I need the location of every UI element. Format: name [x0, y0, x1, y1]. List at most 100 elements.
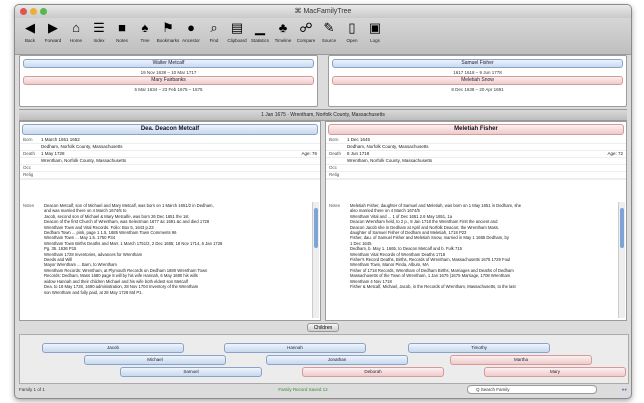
toolbar-forward-button[interactable]: ▶ Forward: [42, 20, 64, 43]
toolbar-label: Ancestor: [182, 38, 200, 43]
partner-panes: Dea. Deacon Metcalf Born 1 March 1651 165…: [19, 121, 627, 321]
app-window: ⌘ MacFamilyTree ◀ Back ▶ Forward ⌂ Home ☰ Index…: [14, 4, 632, 399]
window-title: ⌘ MacFamilyTree: [294, 8, 352, 15]
wife-religion-row[interactable]: Relig: [326, 172, 626, 179]
husband-religion-row[interactable]: Relig: [20, 172, 320, 179]
husband-pane: Dea. Deacon Metcalf Born 1 March 1651 165…: [19, 121, 321, 321]
wife-born-row: Born 1 Dec 1645: [326, 137, 626, 144]
wife-name-button[interactable]: Meletiah Fisher: [328, 124, 624, 135]
close-window-button[interactable]: [20, 8, 27, 15]
statistics-icon: ▁: [255, 20, 265, 35]
child-button[interactable]: Jacob: [42, 343, 184, 353]
wife-father-dates: 1617 1618 – 9 Jun 1778: [453, 70, 502, 75]
wife-death-place-row: Wrentham, Norfolk County, Massachusetts: [326, 158, 626, 165]
husband-mother-button[interactable]: Mary Fairbanks: [23, 76, 314, 85]
toolbar-logs-button[interactable]: ▣ Logs: [364, 20, 386, 43]
husband-blank-row[interactable]: [20, 179, 320, 180]
toolbar-ancestor-button[interactable]: ● Ancestor: [180, 20, 202, 43]
wife-mother-button[interactable]: Meletiah Snow: [332, 76, 623, 85]
forward-arrow-icon: ▶: [48, 20, 58, 35]
husband-death-row: Death 1 May 1728 Age: 76: [20, 151, 320, 158]
husband-notes[interactable]: Notes Deacon Metcalf, son of Michael and…: [20, 202, 320, 320]
husband-father-dates: 19 Nov 1638 – 10 Mar 1717: [140, 70, 197, 75]
tree-view-icon: ♠: [141, 20, 149, 35]
status-left: Family 1 of 1: [19, 387, 45, 392]
toolbar-label: Open: [346, 38, 358, 43]
husband-father-button[interactable]: Walter Metcalf: [23, 59, 314, 68]
wife-blank-row[interactable]: [326, 179, 626, 180]
zoom-window-button[interactable]: [40, 8, 47, 15]
wife-notes-scrollbar[interactable]: [618, 202, 625, 318]
husband-note-line: son Wrentham and fully paid, at 28 May 1…: [44, 289, 143, 295]
binoculars-icon: ☍: [299, 20, 313, 35]
husband-notes-label: Notes: [23, 203, 34, 208]
toolbar-compare-button[interactable]: ☍ Compare: [295, 20, 317, 43]
toolbar-label: Tree: [140, 38, 150, 43]
wife-death-field[interactable]: 8 Jun 1718: [347, 151, 603, 157]
toolbar-label: Find: [209, 38, 219, 43]
child-button[interactable]: Mary: [484, 367, 626, 377]
husband-age: Age: 76: [301, 151, 317, 156]
toolbar-clipboard-button[interactable]: ▤ Clipboard: [226, 20, 248, 43]
search-field[interactable]: Q Search Family: [467, 385, 597, 394]
toolbar-label: Forward: [44, 38, 62, 43]
toolbar-timeline-button[interactable]: ♣ Timeline: [272, 20, 294, 43]
toolbar-label: Compare: [296, 38, 316, 43]
toolbar-label: Statistics: [250, 38, 269, 43]
husband-notes-scrollbar[interactable]: [312, 202, 319, 318]
child-button[interactable]: Timothy: [408, 343, 550, 353]
wife-mother-dates: 8 Dec 1638 – 20 Apr 1691: [451, 87, 504, 92]
children-button[interactable]: Children: [306, 323, 340, 332]
child-button[interactable]: Hannah: [224, 343, 366, 353]
view-toggle-icon[interactable]: ●●: [597, 387, 627, 392]
status-center: Family Record Saved 12: [278, 387, 328, 392]
child-button[interactable]: Jonathan: [266, 355, 408, 365]
toolbar-label: Home: [69, 38, 82, 43]
find-icon: ⌕: [210, 20, 218, 35]
toolbar-open-button[interactable]: ▯ Open: [341, 20, 363, 43]
toolbar-notes-button[interactable]: ■ Notes: [111, 20, 133, 43]
scroll-thumb[interactable]: [314, 208, 318, 248]
clipboard-icon: ▤: [230, 20, 244, 35]
toolbar-label: Source: [321, 38, 337, 43]
toolbar-back-button[interactable]: ◀ Back: [19, 20, 41, 43]
husband-born-field[interactable]: 1 March 1651 1652: [41, 137, 317, 143]
toolbar-index-button[interactable]: ☰ Index: [88, 20, 110, 43]
toolbar-statistics-button[interactable]: ▁ Statistics: [249, 20, 271, 43]
back-arrow-icon: ◀: [25, 20, 35, 35]
parents-row: Walter Metcalf 19 Nov 1638 – 10 Mar 1717…: [19, 55, 627, 107]
children-panel: Jacob Hannah Timothy Michael Jonathan Martha S…: [19, 334, 629, 384]
child-button[interactable]: Martha: [450, 355, 592, 365]
husband-born-row: Born 1 March 1651 1652: [20, 137, 320, 144]
child-button[interactable]: Michael: [84, 355, 226, 365]
wife-father-button[interactable]: Samuel Fisher: [332, 59, 623, 68]
toolbar-label: Clipboard: [227, 38, 247, 43]
bookmark-icon: ⚑: [162, 20, 174, 35]
notes-book-icon: ■: [118, 20, 126, 35]
child-button[interactable]: Deborah: [302, 367, 444, 377]
toolbar-find-button[interactable]: ⌕ Find: [203, 20, 225, 43]
husband-death-field[interactable]: 1 May 1728: [41, 151, 297, 157]
child-button[interactable]: Samuel: [120, 367, 262, 377]
wife-occupation-row[interactable]: Occ: [326, 165, 626, 172]
wife-notes[interactable]: Notes Meletiah Fisher, daughter of Samue…: [326, 202, 626, 320]
minimize-window-button[interactable]: [30, 8, 37, 15]
toolbar-home-button[interactable]: ⌂ Home: [65, 20, 87, 43]
husband-mother-dates: 5 Mar 1634 – 23 Feb 1675 – 1675: [134, 87, 203, 92]
wife-born-place-row: Dedham, Norfolk County, Massachusetts: [326, 144, 626, 151]
wife-born-field[interactable]: 1 Dec 1645: [347, 137, 623, 143]
timeline-tree-icon: ♣: [278, 20, 288, 35]
scroll-thumb[interactable]: [620, 208, 624, 248]
family-header: 1 Jan 1675 · Wrentham, Norfolk County, M…: [19, 109, 627, 121]
toolbar-source-button[interactable]: ✎ Source: [318, 20, 340, 43]
toolbar-tree-button[interactable]: ♠ Tree: [134, 20, 156, 43]
logs-icon: ▣: [368, 20, 382, 35]
toolbar-bookmarks-button[interactable]: ⚑ Bookmarks: [157, 20, 180, 43]
wife-death-row: Death 8 Jun 1718 Age: 72: [326, 151, 626, 158]
source-icon: ✎: [323, 20, 335, 35]
husband-name-button[interactable]: Dea. Deacon Metcalf: [22, 124, 318, 135]
open-document-icon: ▯: [348, 20, 356, 35]
husband-occupation-row[interactable]: Occ: [20, 165, 320, 172]
husband-parents-panel: Walter Metcalf 19 Nov 1638 – 10 Mar 1717…: [19, 55, 318, 107]
wife-note-line: Fisher & Metcalf, Michael, Jacob, in the…: [350, 284, 516, 290]
